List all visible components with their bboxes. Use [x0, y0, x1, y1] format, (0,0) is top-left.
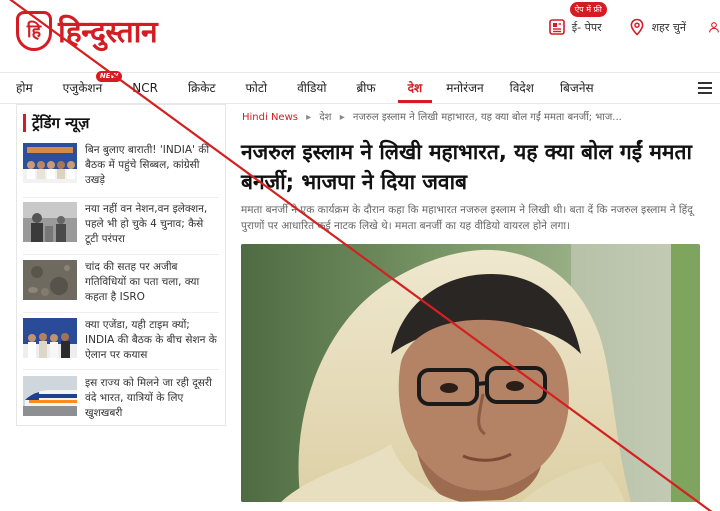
- trending-thumbnail: [23, 376, 77, 416]
- epaper-link[interactable]: ऐप में फ्री ई- पेपर: [548, 2, 607, 36]
- main-nav: होम एजुकेशन NEW NCR क्रिकेट फोटो वीडियो …: [0, 71, 720, 104]
- divider: [23, 197, 219, 198]
- nav-item-desh[interactable]: देश: [397, 73, 433, 103]
- trending-item[interactable]: नया नहीं वन नेशन,वन इलेक्शन, पहले भी हो …: [23, 202, 219, 250]
- trending-item-text: इस राज्य को मिलने जा रही दूसरी वंदे भारत…: [85, 377, 212, 419]
- nav-item-cricket[interactable]: क्रिकेट: [168, 73, 226, 103]
- nav-item-business[interactable]: बिजनेस: [544, 73, 604, 103]
- menu-icon[interactable]: [698, 82, 712, 94]
- trending-thumbnail: [23, 318, 77, 358]
- trending-title: ट्रेंडिंग न्यूज़: [32, 114, 90, 132]
- site-header: हि हिन्दुस्तान ऐप में फ्री ई- पेपर शहर च…: [0, 0, 720, 68]
- breadcrumb-home[interactable]: Hindi News: [242, 112, 298, 123]
- nav-item-education[interactable]: एजुकेशन NEW: [43, 71, 123, 103]
- breadcrumb-separator: ▸: [339, 112, 345, 123]
- header-actions: ऐप में फ्री ई- पेपर शहर चुनें: [548, 2, 720, 36]
- nav-item-home[interactable]: होम: [0, 73, 43, 103]
- epaper-icon: [548, 19, 565, 35]
- logo-mark-icon: हि: [16, 10, 52, 51]
- article-summary: ममता बनर्जी ने एक कार्यक्रम के दौरान कहा…: [241, 204, 693, 232]
- epaper-label: ई- पेपर: [571, 20, 602, 34]
- page: हि हिन्दुस्तान ऐप में फ्री ई- पेपर शहर च…: [0, 0, 720, 511]
- breadcrumb-section[interactable]: देश: [319, 112, 331, 123]
- trending-item[interactable]: क्या एजेंडा, यही टाइम क्यों; INDIA की बै…: [23, 318, 219, 366]
- nav-item-entertainment[interactable]: मनोरंजन: [432, 73, 493, 103]
- logo-wordmark: हिन्दुस्तान: [58, 15, 158, 50]
- trending-news-panel: ट्रेंडिंग न्यूज़ बिन बुलाए बाराती! 'INDI…: [16, 104, 226, 426]
- breadcrumb-separator: ▸: [306, 112, 312, 123]
- location-pin-icon: [630, 18, 643, 36]
- epaper-free-badge: ऐप में फ्री: [569, 2, 607, 17]
- trending-item[interactable]: इस राज्य को मिलने जा रही दूसरी वंदे भारत…: [23, 376, 219, 424]
- divider: [23, 254, 219, 255]
- article-hero-image: [241, 244, 700, 502]
- nav-item-video[interactable]: वीडियो: [277, 73, 336, 103]
- trending-thumbnail: [23, 143, 77, 183]
- divider: [23, 369, 219, 370]
- city-selector[interactable]: शहर चुनें: [628, 18, 686, 36]
- nav-item-brief[interactable]: ब्रीफ: [336, 73, 385, 103]
- article-headline: नजरुल इस्लाम ने लिखी महाभारत, यह क्या बो…: [241, 140, 692, 194]
- trending-item[interactable]: चांद की सतह पर अजीब गतिविधियों का पता चल…: [23, 260, 219, 308]
- breadcrumb: Hindi News ▸ देश ▸ नजरुल इस्लाम ने लिखी …: [242, 109, 622, 123]
- site-logo[interactable]: हि हिन्दुस्तान: [16, 10, 158, 51]
- user-icon[interactable]: [708, 18, 720, 36]
- trending-item[interactable]: बिन बुलाए बाराती! 'INDIA' की बैठक में पह…: [23, 143, 219, 191]
- trending-item-text: नया नहीं वन नेशन,वन इलेक्शन, पहले भी हो …: [85, 203, 208, 245]
- nav-item-ncr[interactable]: NCR: [112, 73, 168, 103]
- city-label: शहर चुनें: [651, 20, 686, 34]
- breadcrumb-current: नजरुल इस्लाम ने लिखी महाभारत, यह क्या बो…: [352, 112, 622, 123]
- trending-thumbnail: [23, 260, 77, 300]
- nav-item-photo[interactable]: फोटो: [226, 73, 278, 103]
- nav-item-education-label: एजुकेशन: [62, 81, 103, 95]
- divider: [23, 312, 219, 313]
- trending-header: ट्रेंडिंग न्यूज़: [17, 105, 225, 139]
- trending-thumbnail: [23, 202, 77, 242]
- trending-item-text: चांद की सतह पर अजीब गतिविधियों का पता चल…: [85, 261, 200, 303]
- hero-photo: [241, 244, 700, 502]
- nav-item-world[interactable]: विदेश: [494, 73, 544, 103]
- trending-accent-bar: [23, 114, 26, 132]
- trending-item-text: क्या एजेंडा, यही टाइम क्यों; INDIA की बै…: [85, 319, 217, 361]
- trending-item-text: बिन बुलाए बाराती! 'INDIA' की बैठक में पह…: [85, 144, 210, 186]
